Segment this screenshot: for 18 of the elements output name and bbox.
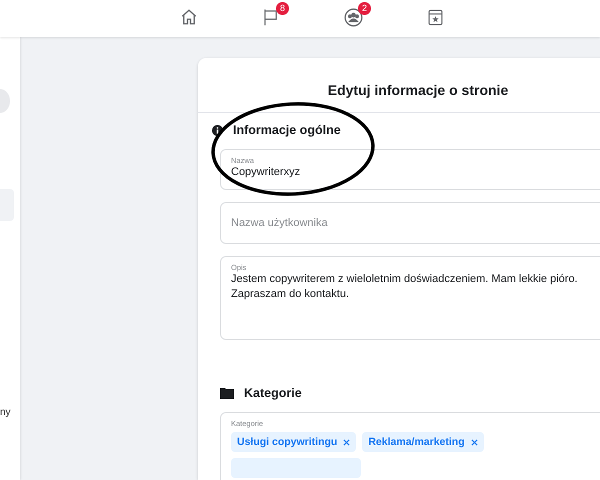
category-chip[interactable]: Usługi copywritingu [231,432,356,452]
username-field[interactable]: Nazwa użytkownika [220,202,600,244]
home-icon [180,8,198,26]
info-icon [212,124,223,136]
nav-tab[interactable]: 8 [230,0,312,37]
section-heading: Kategorie [244,386,302,400]
section-heading: Informacje ogólne [233,123,341,137]
card-title: Edytuj informacje o stronie [198,58,600,113]
category-chip[interactable]: Reklama/marketing [362,432,484,452]
nav-tab[interactable]: 2 [312,0,394,37]
close-icon[interactable] [470,438,478,446]
group-icon [344,8,362,26]
notification-badge: 8 [276,2,289,15]
close-icon[interactable] [343,438,350,446]
folder-icon [220,387,234,399]
flag-icon [262,8,280,26]
sidebar-text: ny [0,407,12,418]
notification-badge: 2 [358,2,371,15]
